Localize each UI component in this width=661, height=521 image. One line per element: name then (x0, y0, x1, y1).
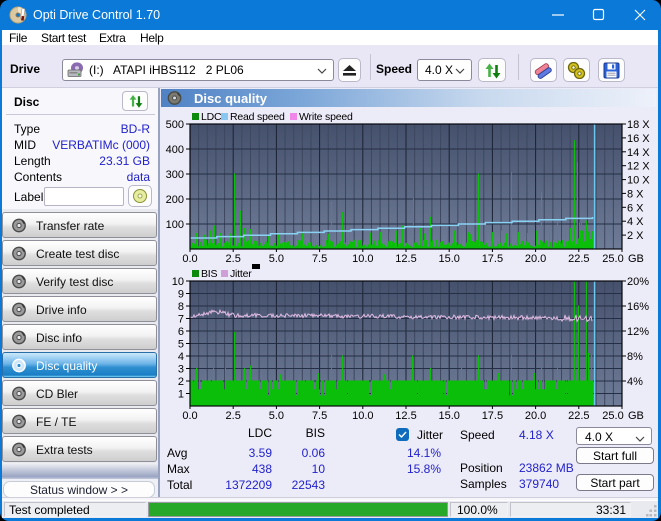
svg-text:20%: 20% (627, 276, 649, 288)
svg-text:17.5: 17.5 (482, 410, 503, 421)
svg-text:12.5: 12.5 (395, 253, 416, 264)
svg-text:8 X: 8 X (627, 188, 644, 200)
svg-text:9: 9 (178, 289, 184, 301)
svg-text:7.5: 7.5 (312, 410, 327, 421)
svg-text:22.5: 22.5 (568, 253, 589, 264)
svg-text:17.5: 17.5 (482, 253, 503, 264)
svg-text:100: 100 (166, 219, 184, 231)
svg-text:14 X: 14 X (627, 147, 650, 159)
svg-text:200: 200 (166, 194, 184, 206)
svg-text:22.5: 22.5 (568, 410, 589, 421)
svg-text:6: 6 (178, 326, 184, 338)
svg-text:18 X: 18 X (627, 119, 650, 131)
svg-text:10 X: 10 X (627, 175, 650, 187)
svg-text:7: 7 (178, 314, 184, 326)
svg-text:8%: 8% (627, 351, 643, 363)
svg-text:5: 5 (178, 339, 184, 351)
svg-text:300: 300 (166, 169, 184, 181)
svg-text:0.0: 0.0 (182, 253, 197, 264)
svg-text:Read speed: Read speed (230, 111, 285, 123)
svg-text:7.5: 7.5 (312, 253, 327, 264)
svg-text:20.0: 20.0 (525, 410, 546, 421)
svg-text:2: 2 (178, 376, 184, 388)
svg-text:20.0: 20.0 (525, 253, 546, 264)
svg-text:8: 8 (178, 301, 184, 313)
svg-text:10.0: 10.0 (352, 410, 373, 421)
svg-text:5.0: 5.0 (269, 253, 284, 264)
svg-text:16%: 16% (627, 301, 649, 313)
svg-text:12 X: 12 X (627, 161, 650, 173)
svg-text:2 X: 2 X (627, 230, 644, 242)
svg-text:10: 10 (172, 276, 184, 288)
svg-text:500: 500 (166, 119, 184, 131)
svg-text:1: 1 (178, 389, 184, 401)
svg-text:15.0: 15.0 (438, 410, 459, 421)
svg-text:4: 4 (178, 351, 184, 363)
svg-text:4 X: 4 X (627, 216, 644, 228)
svg-text:10.0: 10.0 (352, 253, 373, 264)
svg-text:LDC: LDC (201, 111, 222, 123)
svg-text:4%: 4% (627, 376, 643, 388)
svg-text:BIS: BIS (201, 268, 218, 280)
svg-text:2.5: 2.5 (226, 253, 241, 264)
svg-text:400: 400 (166, 144, 184, 156)
svg-text:15.0: 15.0 (438, 253, 459, 264)
svg-text:Write speed: Write speed (299, 111, 353, 123)
svg-text:16 X: 16 X (627, 133, 650, 145)
svg-text:GB: GB (628, 253, 644, 264)
svg-text:6 X: 6 X (627, 202, 644, 214)
svg-text:GB: GB (628, 410, 644, 421)
svg-text:0.0: 0.0 (182, 410, 197, 421)
svg-text:Jitter: Jitter (230, 268, 252, 280)
svg-text:12.5: 12.5 (395, 410, 416, 421)
svg-text:12%: 12% (627, 326, 649, 338)
svg-text:2.5: 2.5 (226, 410, 241, 421)
svg-text:3: 3 (178, 364, 184, 376)
svg-text:5.0: 5.0 (269, 410, 284, 421)
svg-text:25.0: 25.0 (602, 410, 623, 421)
svg-text:25.0: 25.0 (602, 253, 623, 264)
